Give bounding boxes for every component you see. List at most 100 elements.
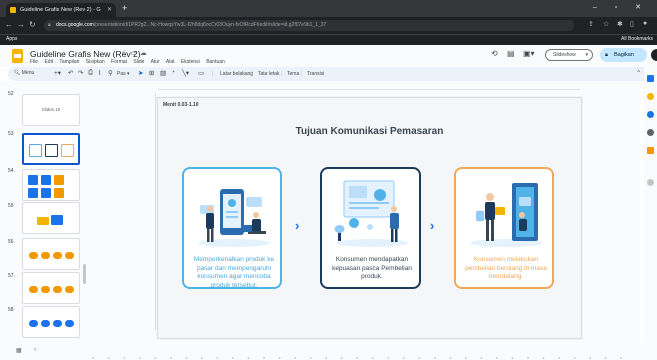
address-bar-row: ← → ↻ 🔒︎ docs.google.com/presentation/d/… [0, 17, 657, 34]
satisfaction-people-illustration-icon [334, 180, 408, 247]
slide-thumbnail-active[interactable] [22, 133, 80, 165]
menu-insert[interactable]: Sisipkan [86, 59, 105, 65]
menu-edit[interactable]: Edit [44, 59, 53, 65]
menu-view[interactable]: Tampilan [59, 59, 79, 65]
background-button[interactable]: Latar belakang [220, 71, 253, 77]
paint-format-icon[interactable]: ⌇ [98, 69, 101, 77]
tasks-icon[interactable] [647, 111, 654, 118]
maps-icon[interactable] [647, 147, 654, 154]
print-icon[interactable]: ⎙ [88, 69, 93, 77]
comment-add-icon[interactable]: ▭ [198, 69, 204, 77]
bookmarks-bar: Apps All Bookmarks [0, 34, 657, 45]
all-bookmarks-link[interactable]: All Bookmarks [621, 36, 653, 42]
window-controls[interactable]: – ▫ ✕ [593, 3, 649, 11]
side-panel [644, 67, 657, 360]
zoom-select[interactable]: Pas ▾ [117, 71, 130, 77]
menu-extensions[interactable]: Ekstensi [181, 59, 200, 65]
menu-file[interactable]: File [30, 59, 38, 65]
goal-card-1-text: Memperkenalkan produk ke pasar dan mempe… [193, 256, 275, 289]
bookmark-star-icon[interactable]: ☆ [603, 20, 609, 28]
keep-icon[interactable] [647, 93, 654, 100]
menu-help[interactable]: Bantuan [206, 59, 225, 65]
layout-button[interactable]: Tata letak [258, 71, 279, 77]
lock-icon: 🔒︎ [48, 22, 51, 28]
slideshow-label: Slideshow [553, 52, 576, 58]
meet-icon[interactable]: ▣▾ [523, 49, 535, 58]
slide-number: 56 [8, 239, 14, 245]
slides-logo-icon[interactable] [12, 49, 23, 63]
apps-bookmark[interactable]: Apps [6, 36, 17, 42]
url-input[interactable]: 🔒︎ docs.google.com/presentation/d/1PR2g2… [44, 20, 574, 31]
share-page-icon[interactable]: ⇪ [588, 20, 594, 28]
slides-header: Guideline Grafis New (Rev 2) ☆▭☁ File Ed… [0, 45, 657, 67]
comments-icon[interactable]: ▤ [507, 49, 515, 58]
current-slide[interactable]: Menit 0.03-1.10 Tujuan Komunikasi Pemasa… [157, 97, 582, 339]
add-addon-icon[interactable] [647, 179, 654, 186]
forward-arrow-icon[interactable]: → [17, 20, 25, 29]
share-button[interactable]: 🔒︎ Bagikan [600, 48, 647, 62]
slide-thumbnail[interactable] [22, 306, 80, 338]
star-icon[interactable]: ☆ [121, 50, 130, 57]
close-tab-icon[interactable]: ✕ [107, 3, 112, 17]
line-icon[interactable]: ╲▾ [182, 69, 189, 77]
contacts-icon[interactable] [647, 129, 654, 136]
back-arrow-icon[interactable]: ← [5, 20, 13, 29]
select-cursor-icon[interactable]: ➤ [138, 69, 143, 77]
goal-card-2[interactable]: Konsumen mendapatkan kepuasan pasca Pemb… [320, 167, 421, 289]
menu-format[interactable]: Format [111, 59, 127, 65]
slide-number: 58 [8, 307, 14, 313]
slide-thumbnail[interactable] [22, 169, 80, 201]
collapse-toolbar-icon[interactable]: ⌃ [636, 69, 641, 77]
new-tab-button[interactable]: + [122, 3, 127, 13]
slide-thumbnail-label: Slides 10 [41, 107, 61, 112]
url-host: docs.google.com [56, 22, 94, 28]
taskbar-strip: ● ● ● ● ● ● ● ● ● ● ● ● ● ● ● ● ● ● ● ● … [92, 355, 632, 360]
goal-card-1[interactable]: Memperkenalkan produk ke pasar dan mempe… [182, 167, 282, 289]
slide-title[interactable]: Tujuan Komunikasi Pemasaran [158, 126, 581, 137]
profile-icon[interactable]: ● [643, 20, 647, 27]
slides-favicon-icon [10, 7, 16, 13]
menus-search[interactable]: 🔍︎ Menu [14, 70, 48, 78]
chevron-down-icon[interactable]: ▾ [585, 50, 588, 60]
text-box-icon[interactable]: ⊞ [149, 69, 154, 77]
goal-card-2-text: Konsumen mendapatkan kepuasan pasca Pemb… [332, 256, 412, 281]
menu-arrange[interactable]: Atur [151, 59, 160, 65]
slide-thumbnail[interactable] [22, 238, 80, 270]
slide-number: 52 [8, 91, 14, 97]
menu-bar: File Edit Tampilan Sisipkan Format Slide… [30, 59, 230, 65]
slideshow-button[interactable]: Slideshow ▾ [545, 49, 593, 61]
sidebar-icon[interactable]: ▯ [630, 20, 634, 28]
shape-icon[interactable]: ◔ [171, 69, 175, 76]
goal-card-3[interactable]: Konsumen melakukan pembelian berulang di… [454, 167, 554, 289]
reload-icon[interactable]: ↻ [29, 20, 36, 29]
filmstrip-scrollbar[interactable] [83, 264, 86, 284]
slide-thumbnail[interactable]: Slides 10 [22, 94, 80, 126]
repeat-purchase-illustration-icon [470, 183, 542, 247]
move-folder-icon[interactable]: ▭ [130, 50, 140, 57]
redo-icon[interactable]: ↷ [78, 69, 83, 77]
undo-icon[interactable]: ↶ [68, 69, 73, 77]
slide-thumbnail[interactable] [22, 202, 80, 234]
slide-number: 54 [8, 168, 14, 174]
toolbar: 🔍︎ Menu +▾ ↶ ↷ ⎙ ⌇ ⚲ Pas ▾ ➤ ⊞ ▨ ◔ ╲▾ ▭ … [8, 67, 649, 81]
theme-button[interactable]: Tema [287, 71, 299, 77]
slide-thumbnail[interactable] [22, 272, 80, 304]
lock-icon: 🔒︎ [605, 52, 608, 58]
zoom-icon[interactable]: ⚲ [108, 69, 113, 77]
collapse-filmstrip-icon[interactable]: ‹ [34, 347, 36, 353]
transition-button[interactable]: Transisi [307, 71, 324, 77]
image-icon[interactable]: ▨ [160, 69, 166, 77]
browser-tab[interactable]: Guideline Grafis New (Rev 2) - G ✕ [6, 3, 116, 17]
new-slide-icon[interactable]: +▾ [54, 69, 61, 77]
browser-tab-title: Guideline Grafis New (Rev 2) - G [20, 7, 101, 13]
calendar-icon[interactable] [647, 75, 654, 82]
grid-view-icon[interactable]: ▦ [16, 347, 22, 354]
history-icon[interactable]: ⟲ [491, 49, 498, 58]
avatar[interactable] [651, 49, 657, 61]
menu-slide[interactable]: Slide [133, 59, 144, 65]
extension-icon[interactable]: ✱ [617, 20, 623, 28]
url-path: /presentation/d/1PR2g2...Nc-HowqsYw3L-f2… [93, 22, 327, 28]
slide-time-tag[interactable]: Menit 0.03-1.10 [163, 102, 199, 108]
cloud-status-icon[interactable]: ☁ [140, 50, 150, 57]
menu-tools[interactable]: Alat [166, 59, 175, 65]
